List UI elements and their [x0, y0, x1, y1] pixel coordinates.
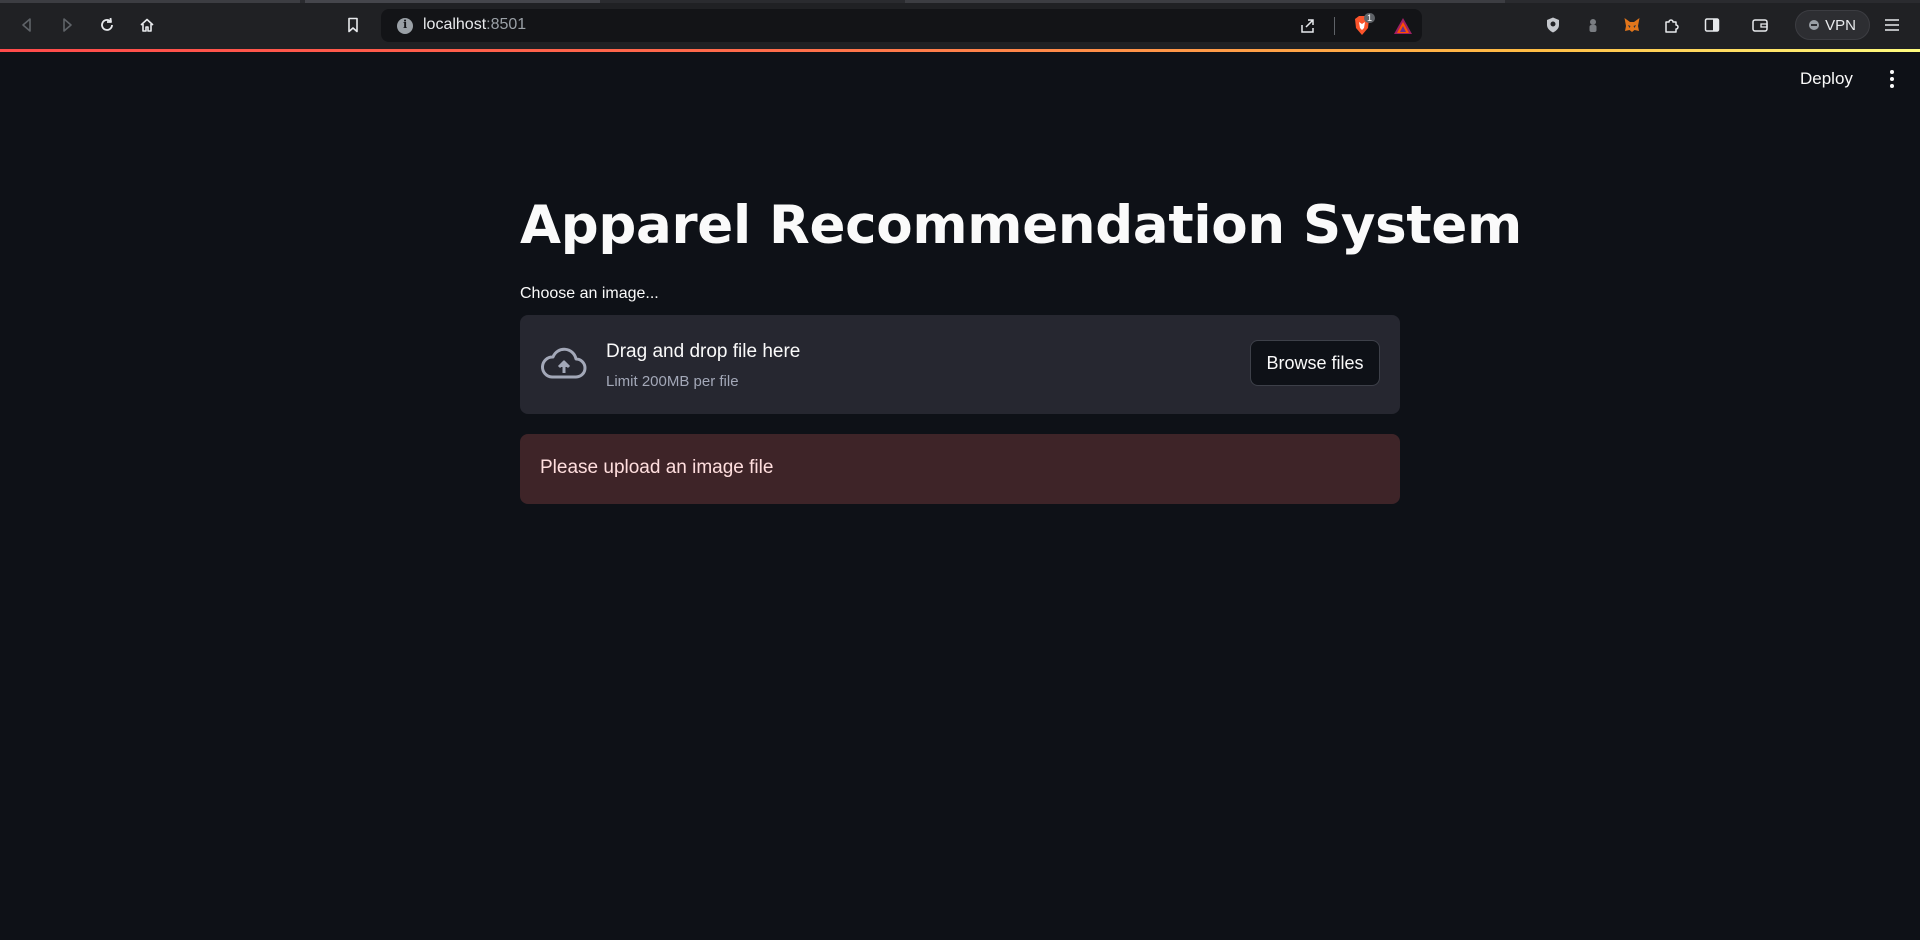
extensions-button[interactable] [1657, 11, 1687, 39]
vpn-label: VPN [1825, 16, 1856, 34]
cloud-upload-icon [541, 347, 587, 379]
site-info-icon[interactable] [397, 18, 413, 34]
menu-icon [1885, 19, 1899, 31]
rewards-icon [1394, 18, 1412, 34]
page-loading-bar [0, 49, 1920, 52]
metamask-icon [1624, 18, 1640, 32]
extension-button-2[interactable] [1578, 11, 1608, 39]
alert-message: Please upload an image file [540, 457, 774, 478]
metamask-button[interactable] [1617, 11, 1647, 39]
tab[interactable] [0, 0, 300, 3]
forward-button[interactable] [52, 11, 82, 39]
brave-shields-button[interactable]: 1 [1347, 13, 1377, 37]
tab-strip [0, 0, 1920, 3]
share-icon [1301, 19, 1314, 33]
deploy-button[interactable]: Deploy [1790, 66, 1863, 92]
url-text[interactable]: localhost:8501 [423, 16, 526, 34]
file-dropzone[interactable]: Drag and drop file here Limit 200MB per … [520, 315, 1400, 414]
url-port: :8501 [486, 16, 527, 33]
url-host: localhost [423, 16, 487, 33]
wallet-button[interactable] [1745, 11, 1775, 39]
tab[interactable] [905, 0, 1505, 3]
error-alert: Please upload an image file [520, 434, 1400, 504]
page-title: Apparel Recommendation System [520, 195, 1522, 256]
puzzle-icon [1665, 19, 1679, 33]
uploader-label: Choose an image... [520, 285, 659, 302]
share-button[interactable] [1296, 15, 1320, 37]
back-button[interactable] [12, 11, 42, 39]
dropzone-limit: Limit 200MB per file [606, 373, 739, 390]
sidebar-icon [1704, 18, 1720, 32]
address-bar[interactable]: localhost:8501 1 [381, 9, 1422, 42]
home-icon [140, 18, 154, 32]
browse-files-button[interactable]: Browse files [1250, 340, 1380, 386]
reload-icon [101, 17, 113, 31]
bookmark-button[interactable] [338, 11, 368, 39]
shields-count-badge: 1 [1364, 13, 1376, 23]
browser-toolbar: localhost:8501 1 VPN [0, 0, 1920, 50]
dropzone-title: Drag and drop file here [606, 341, 801, 362]
back-icon [22, 18, 31, 32]
extension-button[interactable] [1538, 11, 1568, 39]
sidebar-button[interactable] [1697, 11, 1727, 39]
bookmark-icon [348, 17, 358, 33]
extension-alt-icon [1589, 19, 1597, 32]
wallet-icon [1752, 19, 1768, 32]
home-button[interactable] [132, 11, 162, 39]
vpn-status-icon [1809, 20, 1820, 30]
extension-icon [1547, 17, 1559, 33]
browser-menu-button[interactable] [1877, 11, 1907, 39]
forward-icon [63, 18, 72, 32]
main-menu-icon[interactable] [1882, 68, 1902, 90]
rewards-button[interactable] [1390, 15, 1416, 37]
tab-active[interactable] [305, 0, 600, 3]
divider [1334, 17, 1335, 35]
reload-button[interactable] [92, 11, 122, 39]
vpn-button[interactable]: VPN [1795, 10, 1870, 40]
